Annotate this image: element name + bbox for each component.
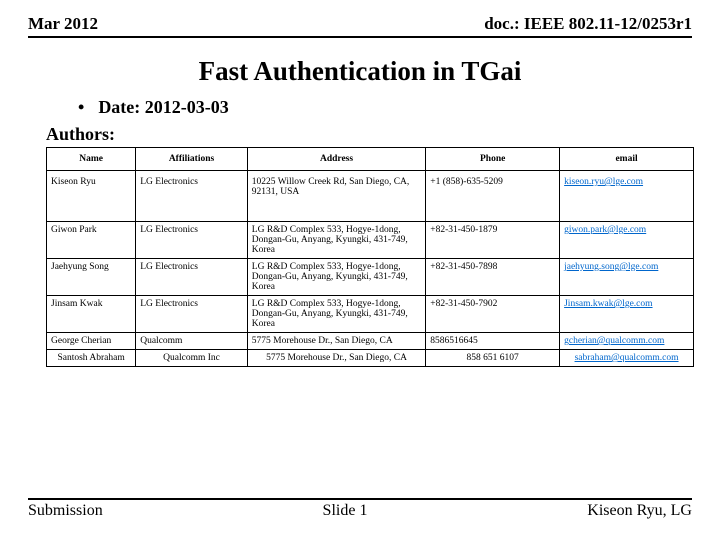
email-link[interactable]: sabraham@qualcomm.com <box>575 353 679 363</box>
cell-addr: LG R&D Complex 533, Hogye-1dong, Dongan-… <box>247 296 425 333</box>
authors-table: Name Affiliations Address Phone email Ki… <box>46 147 694 367</box>
cell-aff: LG Electronics <box>136 171 248 222</box>
cell-email: giwon.park@lge.com <box>560 222 694 259</box>
cell-email: sabraham@qualcomm.com <box>560 350 694 367</box>
date-line: • Date: 2012-03-03 <box>78 97 692 118</box>
cell-name: George Cherian <box>47 333 136 350</box>
date-label: Date: 2012-03-03 <box>98 97 228 117</box>
cell-email: gcherian@qualcomm.com <box>560 333 694 350</box>
col-phone: Phone <box>426 148 560 171</box>
email-link[interactable]: jaehyung.song@lge.com <box>564 262 658 272</box>
email-link[interactable]: gcherian@qualcomm.com <box>564 336 664 346</box>
cell-name: Jinsam Kwak <box>47 296 136 333</box>
cell-email: kiseon.ryu@lge.com <box>560 171 694 222</box>
table-row: Santosh Abraham Qualcomm Inc 5775 Moreho… <box>47 350 694 367</box>
cell-email: Jinsam.kwak@lge.com <box>560 296 694 333</box>
cell-name: Giwon Park <box>47 222 136 259</box>
table-row: Kiseon Ryu LG Electronics 10225 Willow C… <box>47 171 694 222</box>
cell-phone: +1 (858)-635-5209 <box>426 171 560 222</box>
col-address: Address <box>247 148 425 171</box>
col-name: Name <box>47 148 136 171</box>
email-link[interactable]: Jinsam.kwak@lge.com <box>564 299 652 309</box>
footer-bar: Submission Slide 1 Kiseon Ryu, LG <box>28 498 692 520</box>
cell-addr: 10225 Willow Creek Rd, San Diego, CA, 92… <box>247 171 425 222</box>
email-link[interactable]: kiseon.ryu@lge.com <box>564 177 643 187</box>
table-row: George Cherian Qualcomm 5775 Morehouse D… <box>47 333 694 350</box>
cell-phone: +82-31-450-7898 <box>426 259 560 296</box>
cell-phone: 8586516645 <box>426 333 560 350</box>
cell-addr: 5775 Morehouse Dr., San Diego, CA <box>247 333 425 350</box>
page-title: Fast Authentication in TGai <box>28 56 692 87</box>
cell-name: Kiseon Ryu <box>47 171 136 222</box>
header-date: Mar 2012 <box>28 14 98 34</box>
cell-addr: 5775 Morehouse Dr., San Diego, CA <box>247 350 425 367</box>
table-row: Giwon Park LG Electronics LG R&D Complex… <box>47 222 694 259</box>
cell-aff: Qualcomm <box>136 333 248 350</box>
cell-addr: LG R&D Complex 533, Hogye-1dong, Dongan-… <box>247 222 425 259</box>
cell-phone: 858 651 6107 <box>426 350 560 367</box>
cell-aff: LG Electronics <box>136 259 248 296</box>
cell-email: jaehyung.song@lge.com <box>560 259 694 296</box>
header-bar: Mar 2012 doc.: IEEE 802.11-12/0253r1 <box>28 14 692 38</box>
col-affiliations: Affiliations <box>136 148 248 171</box>
cell-name: Santosh Abraham <box>47 350 136 367</box>
cell-aff: LG Electronics <box>136 222 248 259</box>
cell-name: Jaehyung Song <box>47 259 136 296</box>
cell-phone: +82-31-450-1879 <box>426 222 560 259</box>
table-row: Jinsam Kwak LG Electronics LG R&D Comple… <box>47 296 694 333</box>
cell-phone: +82-31-450-7902 <box>426 296 560 333</box>
footer-center: Slide 1 <box>323 502 368 520</box>
email-link[interactable]: giwon.park@lge.com <box>564 225 646 235</box>
cell-addr: LG R&D Complex 533, Hogye-1dong, Dongan-… <box>247 259 425 296</box>
footer-left: Submission <box>28 502 103 520</box>
cell-aff: Qualcomm Inc <box>136 350 248 367</box>
table-row: Jaehyung Song LG Electronics LG R&D Comp… <box>47 259 694 296</box>
col-email: email <box>560 148 694 171</box>
authors-label: Authors: <box>46 124 692 145</box>
bullet-icon: • <box>78 97 84 118</box>
table-header-row: Name Affiliations Address Phone email <box>47 148 694 171</box>
cell-aff: LG Electronics <box>136 296 248 333</box>
footer-right: Kiseon Ryu, LG <box>587 502 692 520</box>
header-doc-id: doc.: IEEE 802.11-12/0253r1 <box>484 14 692 34</box>
